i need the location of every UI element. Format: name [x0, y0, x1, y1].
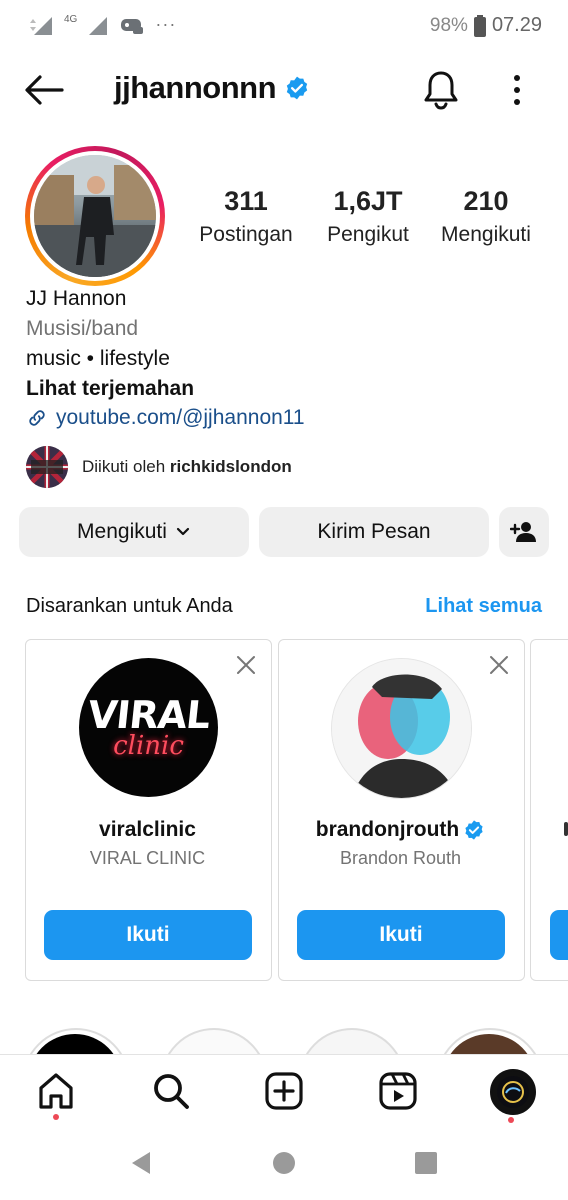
avatar-image [34, 155, 156, 277]
home-icon[interactable] [36, 1071, 76, 1111]
profile-avatar[interactable] [34, 155, 156, 277]
link-text: youtube.com/@jjhannon11 [56, 406, 305, 429]
status-icons: 4G ··· [30, 14, 176, 35]
follow-button[interactable]: Ikuti [297, 910, 505, 960]
message-button[interactable]: Kirim Pesan [259, 507, 489, 557]
profile-notification-dot [508, 1117, 514, 1123]
followed-by-user: richkidslondon [169, 457, 292, 476]
stat-followers[interactable]: 1,6JT Pengikut [318, 186, 418, 247]
stat-posts[interactable]: 311 Postingan [196, 186, 296, 247]
followers-count: 1,6JT [333, 186, 403, 216]
suggestion-fullname: Brandon Routh [339, 848, 462, 868]
dismiss-close-icon[interactable] [488, 654, 510, 676]
viral-logo-text: VIRAL [85, 692, 212, 737]
more-options-icon[interactable] [506, 72, 528, 108]
follow-button-label: Ikuti [379, 923, 423, 946]
follow-button-partial[interactable] [550, 910, 568, 960]
link-icon [29, 410, 45, 426]
profile-name: JJ Hannon [26, 287, 127, 310]
clock: 07.29 [491, 14, 542, 36]
battery-icon [473, 14, 486, 37]
dismiss-close-icon[interactable] [235, 654, 257, 676]
following-label: Mengikuti [441, 223, 531, 246]
reels-icon[interactable] [378, 1071, 418, 1111]
status-right: 98% 07.29 [430, 14, 542, 37]
message-button-label: Kirim Pesan [317, 520, 431, 543]
suggestions-title: Disarankan untuk Anda [26, 595, 233, 617]
followers-label: Pengikut [327, 223, 409, 246]
notifications-bell-icon[interactable] [420, 68, 462, 112]
stat-following[interactable]: 210 Mengikuti [436, 186, 536, 247]
profile-tab-avatar[interactable] [490, 1069, 536, 1115]
followed-by-prefix: Diikuti oleh [82, 457, 166, 476]
search-icon[interactable] [151, 1071, 191, 1111]
following-count: 210 [463, 186, 509, 216]
profile-avatar-icon [497, 1076, 529, 1108]
partial-text [564, 822, 568, 836]
followed-by-text[interactable]: Diikuti oleh richkidslondon [82, 457, 292, 477]
battery-percent: 98% [429, 14, 468, 36]
profile-username: jjhannonnn [114, 70, 310, 106]
system-recents-icon[interactable] [414, 1151, 438, 1175]
mutual-follower-avatar[interactable] [26, 446, 68, 488]
more-notifications: ··· [155, 14, 177, 34]
following-button[interactable]: Mengikuti [19, 507, 249, 557]
suggestion-username[interactable]: brandonjrouth [278, 818, 523, 842]
create-post-icon[interactable] [264, 1071, 304, 1111]
avatar-image [332, 659, 471, 798]
add-person-icon [510, 522, 536, 542]
status-bar: 4G ··· 98% 07.29 [0, 0, 568, 52]
profile-link[interactable]: youtube.com/@jjhannon11 [26, 406, 305, 430]
follow-button-label: Ikuti [126, 923, 170, 946]
suggestion-username-text: brandonjrouth [315, 818, 460, 841]
home-notification-dot [53, 1114, 59, 1120]
system-home-icon[interactable] [272, 1151, 296, 1175]
viralclinic-avatar[interactable]: VIRAL clinic [79, 658, 218, 797]
follow-button[interactable]: Ikuti [44, 910, 252, 960]
posts-count: 311 [224, 186, 268, 216]
system-nav-bar [0, 1140, 568, 1200]
bottom-nav [0, 1054, 568, 1141]
game-controller-icon [121, 18, 144, 34]
richkids-logo-icon [26, 446, 68, 488]
chevron-down-icon [176, 527, 190, 536]
profile-bio: music • lifestyle [26, 347, 170, 370]
posts-label: Postingan [199, 223, 293, 246]
translate-link[interactable]: Lihat terjemahan [26, 377, 194, 401]
see-all-link[interactable]: Lihat semua [425, 595, 542, 618]
suggestion-username[interactable]: viralclinic [25, 818, 270, 842]
suggestion-fullname: VIRAL CLINIC [89, 848, 206, 868]
suggest-people-button[interactable] [499, 507, 549, 557]
profile-category: Musisi/band [26, 317, 139, 340]
signal-icon [30, 16, 52, 35]
brandonjrouth-avatar[interactable] [331, 658, 472, 799]
system-back-icon[interactable] [128, 1150, 154, 1176]
following-button-label: Mengikuti [77, 520, 167, 543]
back-arrow-icon[interactable] [22, 70, 66, 110]
verified-badge-icon [286, 76, 308, 100]
network-type: 4G [64, 14, 78, 25]
verified-badge-icon [465, 820, 483, 840]
signal-icon-2 [89, 16, 108, 35]
username-text: jjhannonnn [114, 70, 277, 105]
